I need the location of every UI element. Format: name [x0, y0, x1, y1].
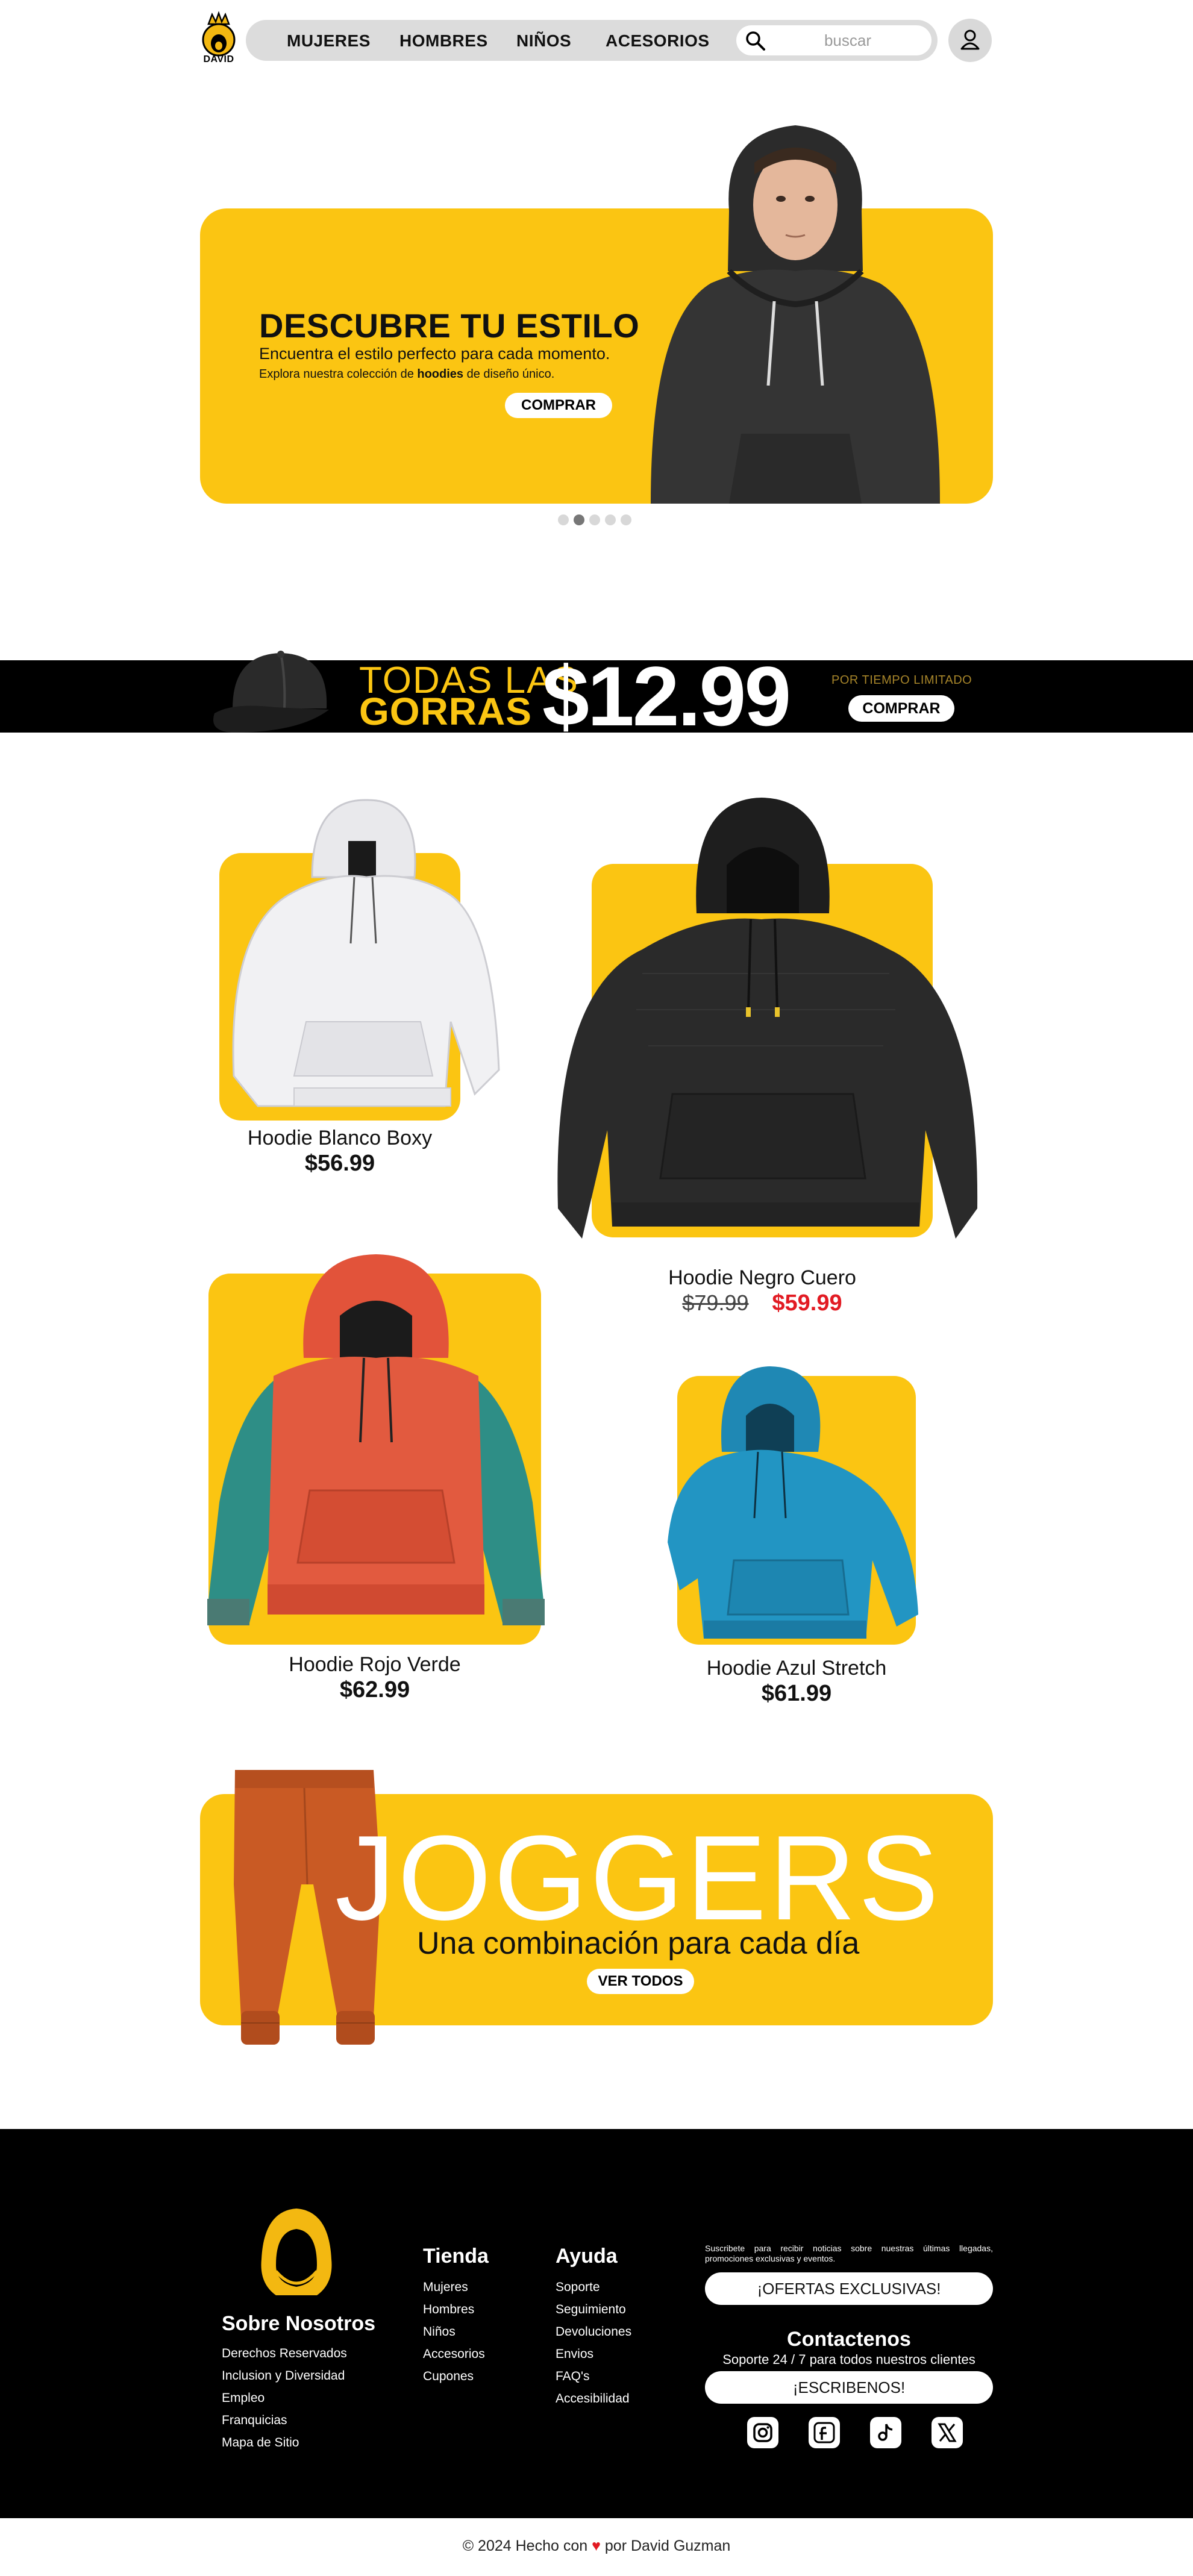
search-icon[interactable]	[744, 29, 768, 53]
product-price: $56.99	[304, 1151, 375, 1176]
user-icon	[960, 30, 980, 50]
footer-tienda-links: Mujeres Hombres Niños Accesorios Cupones	[423, 2276, 485, 2387]
footer-about-links: Derechos Reservados Inclusion y Diversid…	[222, 2342, 347, 2454]
product-image-black-hoodie[interactable]	[552, 793, 986, 1257]
product-price: $62.99	[339, 1677, 410, 1702]
nav-link-ninos[interactable]: NIÑOS	[516, 31, 571, 51]
footer-link[interactable]: Soporte	[556, 2276, 631, 2298]
product-name[interactable]: Hoodie Azul Stretch	[677, 1657, 916, 1680]
joggers-view-all-button[interactable]: VER TODOS	[587, 1969, 694, 1994]
heart-icon: ♥	[592, 2537, 601, 2554]
facebook-icon[interactable]	[809, 2417, 840, 2448]
promo-buy-button[interactable]: COMPRAR	[848, 695, 954, 722]
footer-link[interactable]: Derechos Reservados	[222, 2342, 347, 2365]
product-price-group: $79.99 $59.99	[592, 1290, 933, 1316]
tiktok-icon[interactable]	[870, 2417, 901, 2448]
footer-link[interactable]: Inclusion y Diversidad	[222, 2365, 347, 2387]
contact-title: Contactenos	[787, 2328, 911, 2351]
product-name[interactable]: Hoodie Negro Cuero	[592, 1266, 933, 1290]
product-name[interactable]: Hoodie Rojo Verde	[208, 1653, 541, 1677]
footer-about-title: Sobre Nosotros	[222, 2312, 376, 2335]
joggers-title: JOGGERS	[335, 1811, 941, 1945]
hero-title: DESCUBRE TU ESTILO	[259, 307, 640, 345]
hero-model-image	[651, 125, 940, 504]
copyright: © 2024 Hecho con ♥ por David Guzman	[462, 2537, 731, 2554]
nav-link-mujeres[interactable]: MUJERES	[287, 31, 371, 51]
carousel-dot-3[interactable]	[589, 514, 600, 525]
footer-link[interactable]: FAQ's	[556, 2365, 631, 2387]
footer-ayuda-title: Ayuda	[556, 2245, 618, 2268]
footer-link[interactable]: Mapa de Sitio	[222, 2431, 347, 2454]
product-image-white-hoodie[interactable]	[222, 793, 503, 1118]
instagram-icon[interactable]	[747, 2417, 778, 2448]
promo-price: $12.99	[542, 649, 791, 743]
carousel-dot-4[interactable]	[605, 514, 616, 525]
footer-link[interactable]: Franquicias	[222, 2409, 347, 2431]
footer-link[interactable]: Devoluciones	[556, 2321, 631, 2343]
exclusive-offers-button[interactable]: ¡OFERTAS EXCLUSIVAS!	[705, 2272, 993, 2305]
footer-link[interactable]: Empleo	[222, 2387, 347, 2409]
footer-link[interactable]: Mujeres	[423, 2276, 485, 2298]
footer-link[interactable]: Envios	[556, 2343, 631, 2365]
product-sale-price: $59.99	[772, 1290, 842, 1316]
promo-line2: GORRAS	[359, 690, 532, 733]
account-button[interactable]	[948, 19, 992, 62]
footer-link[interactable]: Accesibilidad	[556, 2387, 631, 2410]
write-us-button[interactable]: ¡ESCRIBENOS!	[705, 2371, 993, 2404]
search-input[interactable]	[772, 28, 923, 53]
product-image-red-hoodie[interactable]	[201, 1249, 551, 1649]
footer-hood-logo	[261, 2209, 332, 2295]
footer-ayuda-links: Soporte Seguimiento Devoluciones Envios …	[556, 2276, 631, 2410]
joggers-subtitle: Una combinación para cada día	[417, 1926, 860, 1961]
promo-limited-text: POR TIEMPO LIMITADO	[831, 674, 972, 687]
product-name[interactable]: Hoodie Blanco Boxy	[219, 1127, 460, 1150]
newsletter-text: Suscribete para recibir noticias sobre n…	[705, 2243, 993, 2263]
carousel-dot-1[interactable]	[558, 514, 569, 525]
product-price: $61.99	[761, 1681, 832, 1706]
carousel-dot-5[interactable]	[621, 514, 631, 525]
product-old-price: $79.99	[682, 1290, 749, 1315]
footer-link[interactable]: Hombres	[423, 2298, 485, 2321]
hero-description: Explora nuestra colección de hoodies de …	[259, 367, 555, 381]
footer-link[interactable]: Seguimiento	[556, 2298, 631, 2321]
nav-link-acesorios[interactable]: ACESORIOS	[606, 31, 710, 51]
footer-tienda-title: Tienda	[423, 2245, 489, 2268]
x-icon[interactable]	[932, 2417, 963, 2448]
contact-subtitle: Soporte 24 / 7 para todos nuestros clien…	[722, 2352, 975, 2367]
product-image-blue-hoodie[interactable]	[668, 1361, 921, 1648]
footer-link[interactable]: Cupones	[423, 2365, 485, 2387]
hero-subtitle: Encuentra el estilo perfecto para cada m…	[259, 345, 610, 363]
footer-link[interactable]: Accesorios	[423, 2343, 485, 2365]
footer-link[interactable]: Niños	[423, 2321, 485, 2343]
brand-logo-text: DAVID	[203, 54, 234, 64]
cap-image	[213, 651, 329, 733]
nav-link-hombres[interactable]: HOMBRES	[399, 31, 488, 51]
carousel-dot-2[interactable]	[574, 514, 584, 525]
hero-buy-button[interactable]: COMPRAR	[505, 393, 612, 418]
